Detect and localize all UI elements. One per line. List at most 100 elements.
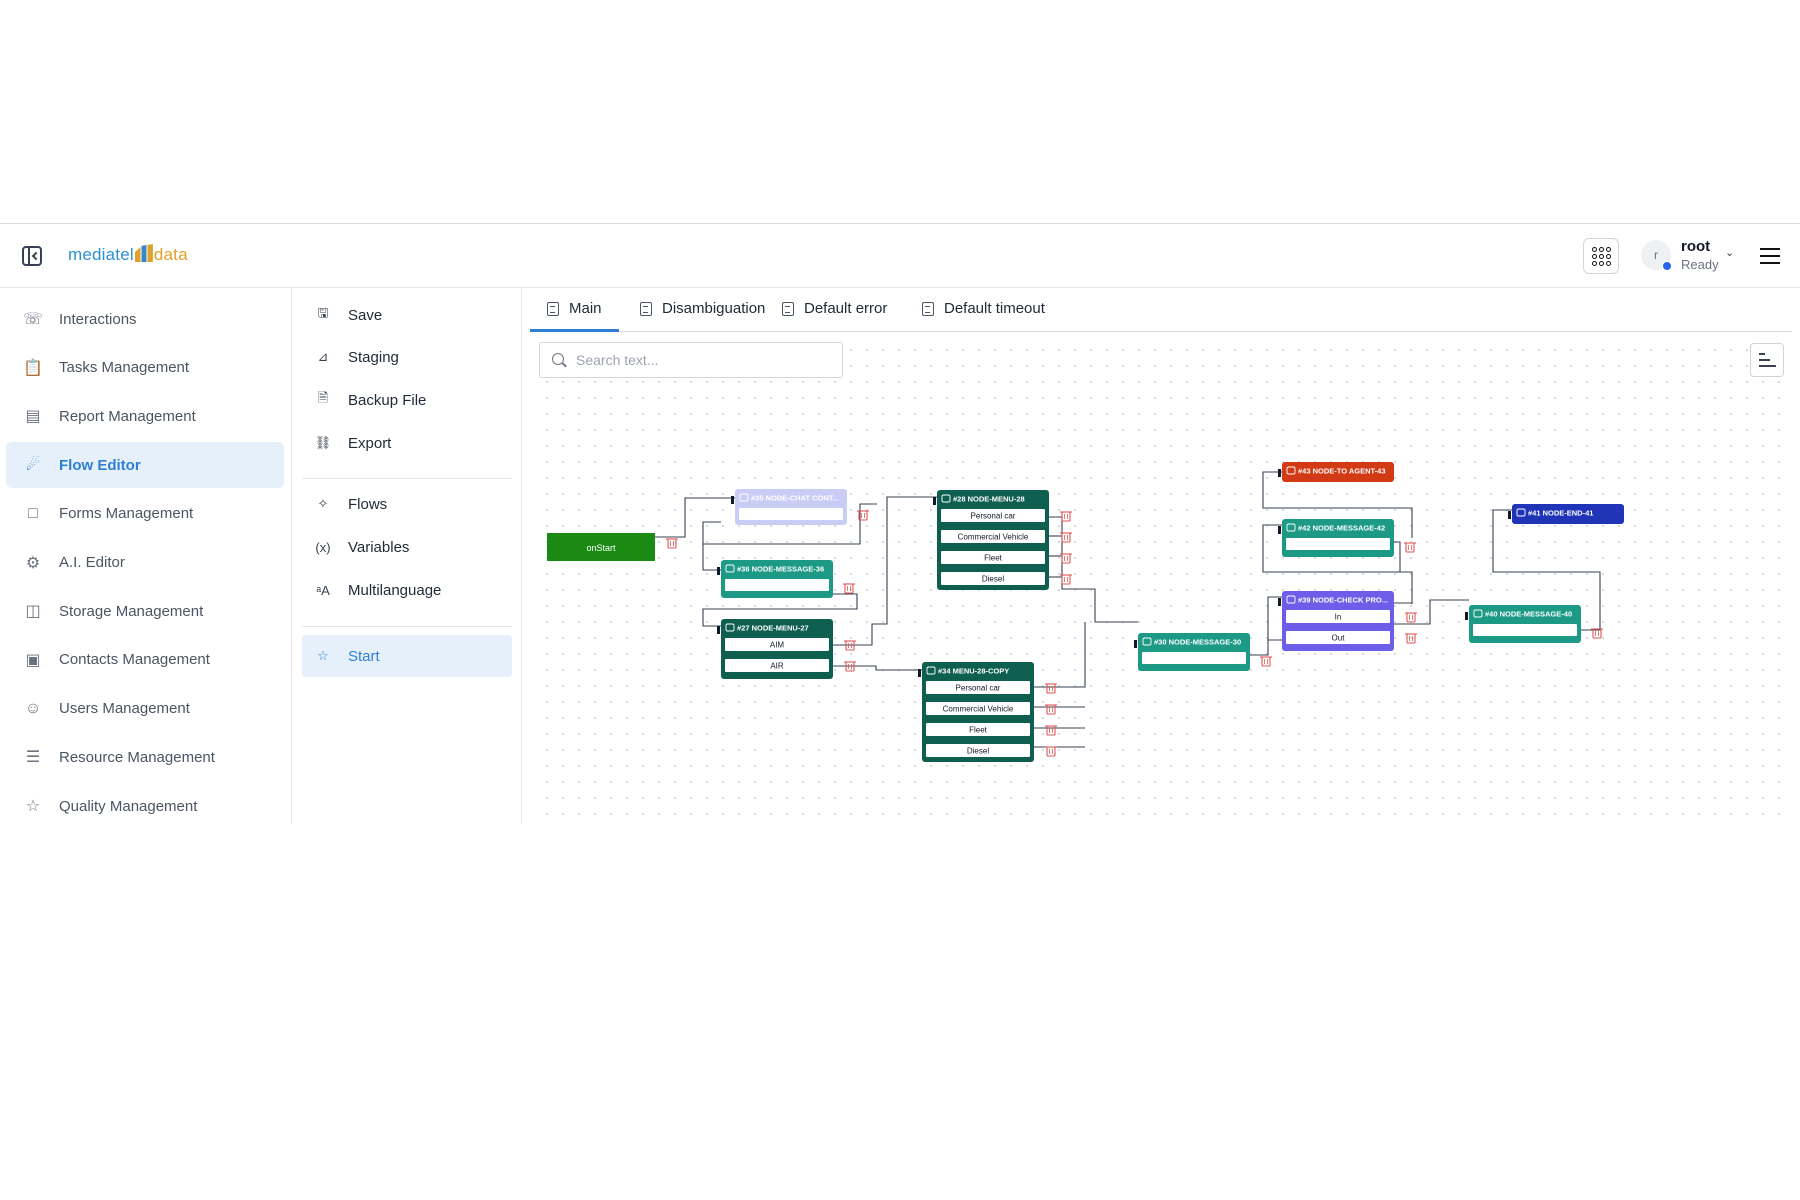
sidebar-item-tasks-management[interactable]: 📋 Tasks Management: [6, 345, 284, 391]
backup-label: Backup File: [348, 391, 427, 409]
sidebar-item-label: Report Management: [59, 407, 196, 425]
app-window: mediatel data r root Ready ⌄ ☏ Interaction…: [0, 223, 1800, 824]
avatar-initial: r: [1654, 248, 1658, 262]
node-option[interactable]: Fleet: [941, 551, 1045, 564]
tab-disambiguation[interactable]: Disambiguation: [640, 300, 765, 332]
top-header: mediatel data r root Ready ⌄: [0, 224, 1800, 288]
sliders-icon: ☰: [25, 749, 41, 767]
node-option-label: Fleet: [984, 554, 1003, 563]
document-icon: [922, 302, 934, 316]
user-name[interactable]: root: [1681, 238, 1710, 255]
node-title: #36 NODE-MESSAGE-36: [737, 565, 824, 574]
start-button[interactable]: ☆ Start: [302, 635, 512, 677]
minimap-icon: [1759, 353, 1776, 369]
flow-node-39[interactable]: #39 NODE-CHECK PRO... In Out: [1278, 591, 1394, 651]
flow-icon: ☄: [25, 457, 41, 475]
tab-label: Disambiguation: [662, 300, 766, 317]
flow-node-36[interactable]: #36 NODE-MESSAGE-36: [717, 560, 833, 598]
backup-file-button[interactable]: 🗎 Backup File: [302, 379, 512, 421]
node-option[interactable]: Fleet: [926, 723, 1030, 736]
sidebar-item-users-management[interactable]: ☺ Users Management: [6, 686, 284, 732]
collapse-sidebar-icon[interactable]: [22, 246, 42, 266]
node-option[interactable]: Personal car: [926, 681, 1030, 694]
node-option[interactable]: AIR: [725, 659, 829, 672]
avatar[interactable]: r: [1641, 240, 1672, 271]
flow-actions-panel: 🖫 Save ⊿ Staging 🗎 Backup File ⛓ Export ✧ Flo…: [292, 288, 522, 824]
flow-node-30[interactable]: #30 NODE-MESSAGE-30: [1134, 633, 1250, 671]
minimap-toggle-button[interactable]: [1750, 343, 1784, 377]
flow-node-41[interactable]: #41 NODE-END-41: [1508, 504, 1624, 524]
sidebar-item-report-management[interactable]: ▤ Report Management: [6, 393, 284, 439]
logo-text-primary: mediatel: [68, 245, 134, 264]
logo-mark-icon: [134, 244, 153, 262]
node-option[interactable]: AIM: [725, 638, 829, 651]
sidebar-item-resource-management[interactable]: ☰ Resource Management: [6, 734, 284, 780]
robot-icon: ⚙: [25, 554, 41, 572]
staging-button[interactable]: ⊿ Staging: [302, 336, 512, 378]
variables-button[interactable]: (x) Variables: [302, 526, 512, 568]
flow-node-43[interactable]: #43 NODE-TO AGENT-43: [1278, 462, 1394, 482]
node-option[interactable]: Commercial Vehicle: [926, 702, 1030, 715]
node-option[interactable]: Commercial Vehicle: [941, 530, 1045, 543]
flow-node-27[interactable]: #27 NODE-MENU-27 AIM AIR: [717, 619, 833, 679]
node-title: #35 NODE-CHAT CONT...: [751, 494, 839, 503]
flow-node-35[interactable]: #35 NODE-CHAT CONT...: [731, 489, 847, 525]
node-option[interactable]: Diesel: [941, 572, 1045, 585]
flows-button[interactable]: ✧ Flows: [302, 483, 512, 525]
node-option[interactable]: Out: [1286, 631, 1390, 644]
start-node-label: onStart: [586, 543, 616, 553]
sidebar-item-interactions[interactable]: ☏ Interactions: [6, 296, 284, 342]
tab-default-error[interactable]: Default error: [782, 300, 887, 332]
sidebar-item-label: Quality Management: [59, 797, 198, 815]
flow-node-28[interactable]: #28 NODE-MENU-28 Personal car Commercial V…: [933, 490, 1049, 590]
node-option-label: Diesel: [982, 575, 1004, 584]
document-icon: [782, 302, 794, 316]
canvas-search: [539, 342, 843, 378]
sidebar-item-flow-editor[interactable]: ☄ Flow Editor: [6, 442, 284, 489]
flow-node-40[interactable]: #40 NODE-MESSAGE-40: [1465, 605, 1581, 643]
sidebar-item-label: Users Management: [59, 700, 190, 718]
sidebar-item-label: Tasks Management: [59, 359, 190, 377]
node-title: #41 NODE-END-41: [1528, 509, 1593, 518]
sidebar-item-label: Forms Management: [59, 505, 194, 523]
logo: mediatel data: [68, 244, 188, 265]
node-title: #39 NODE-CHECK PRO...: [1298, 596, 1388, 605]
sidebar-item-forms-management[interactable]: □ Forms Management: [6, 491, 284, 537]
star-icon: ☆: [317, 648, 329, 663]
export-button[interactable]: ⛓ Export: [302, 422, 512, 464]
node-option-label: AIM: [770, 641, 785, 650]
multilanguage-label: Multilanguage: [348, 581, 442, 599]
flow-editor-area: Main Disambiguation Default error Defaul…: [522, 288, 1800, 824]
staging-icon: ⊿: [317, 349, 329, 364]
sidebar-item-a-i-editor[interactable]: ⚙ A.I. Editor: [6, 540, 284, 586]
main-sidebar: ☏ Interactions 📋 Tasks Management ▤ Report Ma…: [0, 288, 292, 824]
users-icon: ☺: [24, 699, 42, 717]
flow-node-34[interactable]: #34 MENU-28-COPY Personal car Commercial V…: [918, 662, 1034, 762]
search-input[interactable]: [576, 350, 826, 370]
sidebar-item-label: A.I. Editor: [59, 554, 125, 571]
tab-main[interactable]: Main: [530, 300, 619, 332]
chevron-down-icon[interactable]: ⌄: [1725, 246, 1734, 259]
node-option[interactable]: In: [1286, 610, 1390, 623]
node-option-label: Commercial Vehicle: [958, 533, 1029, 542]
hamburger-menu-icon[interactable]: [1760, 248, 1780, 264]
apps-launcher-button[interactable]: [1583, 238, 1619, 274]
flow-tabs: Main Disambiguation Default error Defaul…: [530, 288, 1792, 332]
flow-node-42[interactable]: #42 NODE-MESSAGE-42: [1278, 519, 1394, 557]
bar-chart-icon: ▤: [25, 408, 41, 426]
sidebar-item-contacts-management[interactable]: ▣ Contacts Management: [6, 637, 284, 683]
staging-label: Staging: [348, 348, 399, 366]
node-option-label: Fleet: [969, 726, 988, 735]
sidebar-item-storage-management[interactable]: ◫ Storage Management: [6, 588, 284, 634]
sidebar-item-quality-management[interactable]: ☆ Quality Management: [6, 783, 284, 829]
flows-label: Flows: [348, 495, 388, 513]
translate-icon: ᵃA: [316, 582, 330, 598]
node-option[interactable]: Diesel: [926, 744, 1030, 757]
divider: [302, 626, 512, 627]
save-button[interactable]: 🖫 Save: [302, 294, 512, 336]
tab-default-timeout[interactable]: Default timeout: [922, 300, 1045, 332]
variables-icon: (x): [315, 539, 331, 555]
node-title: #27 NODE-MENU-27: [737, 624, 809, 633]
node-option[interactable]: Personal car: [941, 509, 1045, 522]
multilanguage-button[interactable]: ᵃA Multilanguage: [302, 569, 512, 611]
